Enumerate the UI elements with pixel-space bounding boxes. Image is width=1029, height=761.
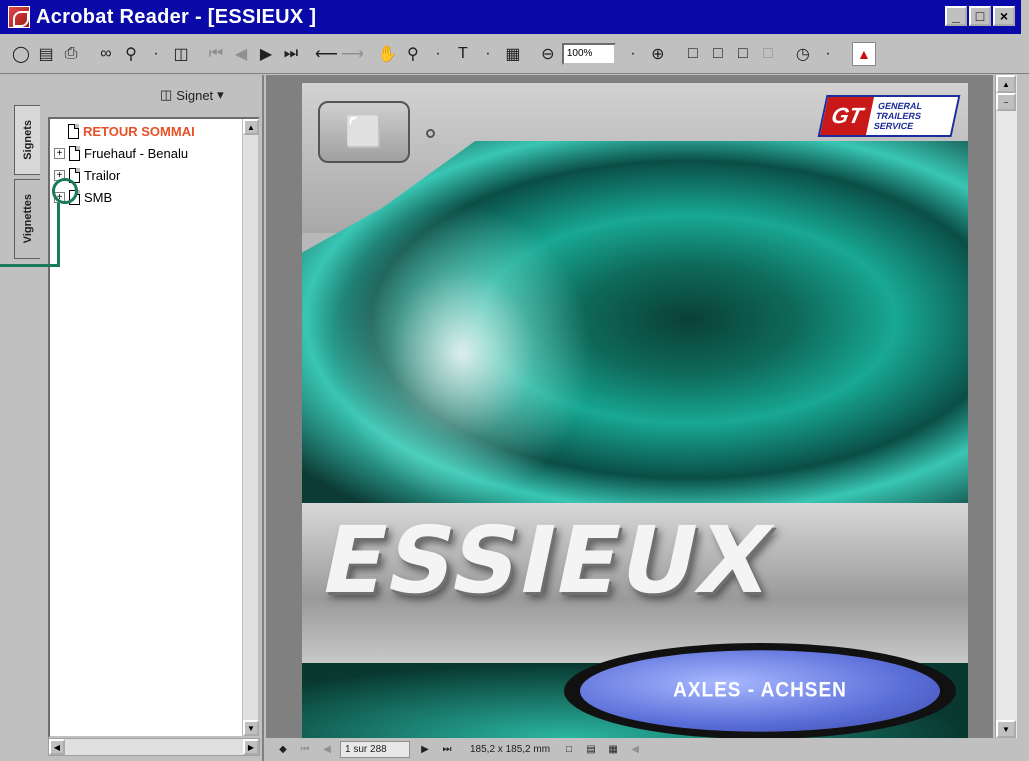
zoom-dropdown-icon[interactable]: · xyxy=(427,41,449,67)
bookmark-options-menu[interactable]: ◫ Signet ▾ xyxy=(160,87,224,103)
bookmark-label: RETOUR SOMMAI xyxy=(83,123,195,139)
chevron-down-icon: ▾ xyxy=(217,87,224,102)
reflow-icon[interactable]: □ xyxy=(757,41,779,67)
acrobat-reader-window: Acrobat Reader - [ESSIEUX ] _ □ × ◯ ▤ ⎙ … xyxy=(0,0,1029,761)
minimize-button[interactable]: _ xyxy=(945,6,967,26)
bookmark-label: SMB xyxy=(84,189,113,205)
show-hide-navigation-icon[interactable]: ◫ xyxy=(170,41,192,67)
next-page-icon[interactable]: ▶ xyxy=(255,41,277,67)
gt-logo-mark: GT xyxy=(819,97,875,135)
bookmark-vertical-scrollbar[interactable]: ▲ ▼ xyxy=(242,119,259,736)
search-icon[interactable]: ⚲ xyxy=(120,41,142,67)
cover-title: ESSIEUX xyxy=(312,507,784,614)
comment-icon[interactable]: ◷ xyxy=(792,41,814,67)
document-vertical-scrollbar[interactable]: ▲ − ▼ xyxy=(995,75,1017,738)
acrobat-logo-icon[interactable]: ▲ xyxy=(851,41,876,66)
main-toolbar: ◯ ▤ ⎙ ∞ ⚲ · ◫ ⏮ ◀ ▶ ⏭ ⟵ ⟶ ✋ ⚲ · T · ▦ ⊖ … xyxy=(0,34,1029,74)
bookmark-label: Fruehauf - Benalu xyxy=(84,145,189,161)
zoom-out-icon[interactable]: ⊖ xyxy=(537,41,559,67)
scroll-up-arrow-icon[interactable]: ▲ xyxy=(243,119,259,135)
last-page-icon[interactable]: ⏭ xyxy=(438,742,456,758)
status-bar: ◆ ⏮ ◀ 1 sur 288 ▶ ⏭ 185,2 x 185,2 mm □ ▤… xyxy=(266,738,1017,761)
print-icon[interactable]: ⎙ xyxy=(60,41,82,67)
subtitle-text: AXLES - ACHSEN xyxy=(580,650,940,732)
maximize-button[interactable]: □ xyxy=(969,6,991,26)
callout-line xyxy=(0,264,60,267)
cube-icon: ⬜ xyxy=(345,115,383,149)
page-layout-icon[interactable]: ◆ xyxy=(274,742,292,758)
search-dropdown-icon[interactable]: · xyxy=(145,41,167,67)
first-page-icon[interactable]: ⏮ xyxy=(296,742,314,758)
find-icon[interactable]: ∞ xyxy=(95,41,117,67)
scroll-left-arrow-icon[interactable]: ◀ xyxy=(49,739,65,755)
hand-tool-icon[interactable]: ✋ xyxy=(377,41,399,67)
bookmark-menu-icon: ◫ xyxy=(160,87,173,102)
single-page-icon[interactable]: □ xyxy=(560,742,578,758)
first-page-icon[interactable]: ⏮ xyxy=(205,41,227,67)
page-icon xyxy=(68,123,79,139)
scroll-left-arrow-icon[interactable]: ◀ xyxy=(626,742,644,758)
gt-logo-text: GENERAL TRAILERS SERVICE xyxy=(872,101,924,131)
last-page-icon[interactable]: ⏭ xyxy=(280,41,302,67)
fit-width-icon[interactable]: □ xyxy=(732,41,754,67)
continuous-icon[interactable]: ▤ xyxy=(582,742,600,758)
zoom-tool-icon[interactable]: ⚲ xyxy=(402,41,424,67)
title-bar[interactable]: Acrobat Reader - [ESSIEUX ] _ □ × xyxy=(0,0,1021,34)
pdf-page: ⬜ GT GENERAL TRAILERS SERVICE ESSIEUX AXLE… xyxy=(302,83,968,738)
bookmark-label: Trailor xyxy=(84,167,121,183)
scroll-down-arrow-icon[interactable]: ▼ xyxy=(243,720,259,736)
callout-line xyxy=(57,203,60,267)
previous-page-icon[interactable]: ◀ xyxy=(318,742,336,758)
expand-plus-icon[interactable]: + xyxy=(54,147,65,159)
open-icon[interactable]: ◯ xyxy=(10,41,32,67)
bookmark-horizontal-scrollbar[interactable]: ◀ ▶ xyxy=(48,738,260,756)
acrobat-app-icon[interactable] xyxy=(8,6,30,28)
go-back-icon[interactable]: ⟵ xyxy=(315,41,338,67)
bookmark-tree[interactable]: RETOUR SOMMAI + Fruehauf - Benalu + Trai… xyxy=(48,117,260,738)
panel-tabs: Signets Vignettes xyxy=(14,105,40,263)
cube-emblem: ⬜ xyxy=(318,101,410,163)
close-button[interactable]: × xyxy=(993,6,1015,26)
tab-vignettes[interactable]: Vignettes xyxy=(14,179,40,259)
document-view[interactable]: ⬜ GT GENERAL TRAILERS SERVICE ESSIEUX AXLE… xyxy=(266,75,993,738)
window-controls: _ □ × xyxy=(945,6,1015,26)
previous-page-icon[interactable]: ◀ xyxy=(230,41,252,67)
tab-vignettes-label: Vignettes xyxy=(21,194,34,244)
scroll-thumb[interactable]: − xyxy=(996,93,1016,111)
facing-pages-icon[interactable]: ▦ xyxy=(604,742,622,758)
zoom-level-field[interactable]: 100% xyxy=(561,42,616,65)
scroll-up-arrow-icon[interactable]: ▲ xyxy=(996,75,1016,93)
zoom-level-dropdown-icon[interactable]: · xyxy=(622,41,644,67)
navigation-panel: ◫ Signet ▾ Signets Vignettes RETOUR SOMM… xyxy=(0,75,264,761)
next-page-icon[interactable]: ▶ xyxy=(416,742,434,758)
callout-highlight-circle xyxy=(52,178,78,204)
text-select-dropdown-icon[interactable]: · xyxy=(477,41,499,67)
signet-menu-label: Signet xyxy=(176,87,214,103)
actual-size-icon[interactable]: □ xyxy=(682,41,704,67)
bookmark-fruehauf-benalu[interactable]: + Fruehauf - Benalu xyxy=(54,143,188,163)
tab-signets[interactable]: Signets xyxy=(14,105,40,175)
subtitle-badge: AXLES - ACHSEN xyxy=(564,643,956,738)
tab-signets-label: Signets xyxy=(21,120,34,160)
go-forward-icon[interactable]: ⟶ xyxy=(341,41,364,67)
general-trailers-logo: GT GENERAL TRAILERS SERVICE xyxy=(817,95,961,137)
text-select-icon[interactable]: T xyxy=(452,41,474,67)
scroll-right-arrow-icon[interactable]: ▶ xyxy=(243,739,259,755)
cover-glow xyxy=(332,203,592,503)
bookmark-retour-sommaire[interactable]: RETOUR SOMMAI xyxy=(68,121,195,141)
window-title: Acrobat Reader - [ESSIEUX ] xyxy=(36,5,317,28)
page-number-field[interactable]: 1 sur 288 xyxy=(340,741,410,758)
page-icon xyxy=(69,145,80,161)
fit-page-icon[interactable]: □ xyxy=(707,41,729,67)
zoom-in-icon[interactable]: ⊕ xyxy=(647,41,669,67)
emblem-dot xyxy=(426,129,435,138)
scroll-down-arrow-icon[interactable]: ▼ xyxy=(996,720,1016,738)
save-icon[interactable]: ▤ xyxy=(35,41,57,67)
graphics-select-icon[interactable]: ▦ xyxy=(502,41,524,67)
comment-dropdown-icon[interactable]: · xyxy=(817,41,839,67)
page-size-readout: 185,2 x 185,2 mm xyxy=(470,744,551,755)
